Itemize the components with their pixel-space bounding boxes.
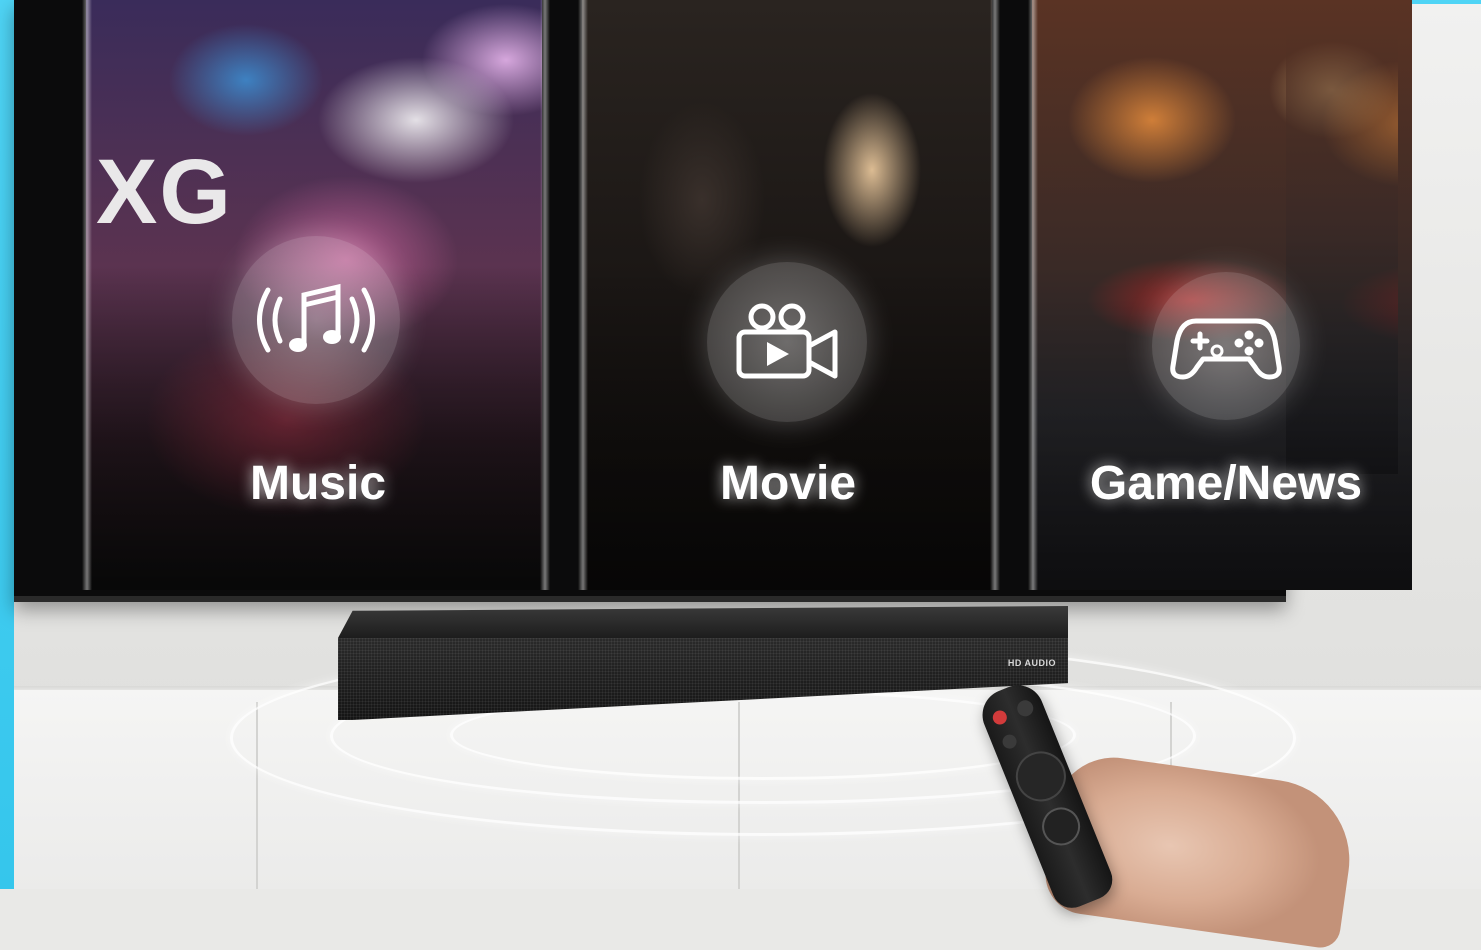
panel-divider (990, 0, 1000, 590)
game-mode-circle[interactable] (1152, 272, 1300, 420)
frame-edge-left (0, 0, 14, 889)
panel-divider (578, 0, 588, 590)
game-scene-overflow (1286, 4, 1398, 474)
soundbar-brand-label: HD AUDIO (1007, 658, 1056, 668)
soundbar: HD AUDIO (338, 606, 1068, 720)
bt-button[interactable] (1000, 732, 1019, 751)
music-mode-label[interactable]: Music (218, 456, 418, 511)
music-mode-circle[interactable] (232, 236, 400, 404)
gamepad-icon (1170, 318, 1282, 380)
panel-divider (1028, 0, 1038, 590)
panel-divider (540, 0, 550, 590)
game-news-mode-label[interactable]: Game/News (1066, 456, 1386, 511)
power-button[interactable] (990, 708, 1009, 727)
music-note-icon (257, 283, 375, 353)
soundbar-top (338, 606, 1068, 638)
stage-logo-text: XG (96, 141, 233, 243)
opt-button[interactable] (1014, 697, 1036, 719)
soundbar-grille (338, 638, 1068, 720)
tv-screen: XG (14, 0, 1412, 602)
movie-mode-circle[interactable] (707, 262, 867, 422)
movie-mode-label[interactable]: Movie (688, 456, 888, 511)
mode-button[interactable] (1036, 801, 1086, 852)
panel-divider (82, 0, 92, 590)
video-camera-icon (736, 303, 838, 379)
